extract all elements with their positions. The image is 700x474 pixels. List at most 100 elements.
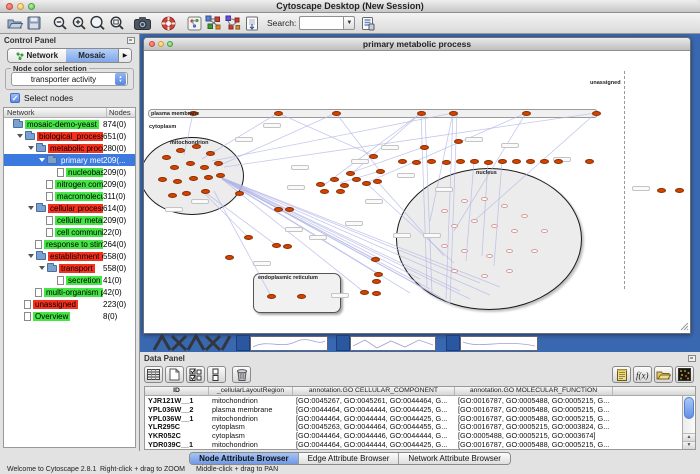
network-node[interactable] — [427, 159, 436, 164]
background-window-fragment[interactable] — [350, 336, 436, 351]
attribute-matrix-icon[interactable] — [675, 366, 694, 383]
network-node[interactable] — [360, 290, 369, 295]
network-node[interactable] — [554, 159, 563, 164]
network-tree-row[interactable]: Overview8(0) — [4, 310, 135, 322]
network-node[interactable] — [352, 177, 361, 182]
network-node[interactable] — [214, 161, 223, 166]
network-tree-row[interactable]: establishment of lo558(0) — [4, 250, 135, 262]
background-window-fragment[interactable] — [250, 336, 328, 351]
background-window-fragment[interactable] — [236, 335, 250, 351]
unselected-network-node[interactable] — [461, 199, 468, 203]
select-nodes-checkbox[interactable]: ✓ — [10, 93, 20, 103]
network-tree-row[interactable]: response to stimulu264(0) — [4, 238, 135, 250]
scroll-down-arrow-icon[interactable]: ▼ — [683, 441, 695, 449]
network-tree-row[interactable]: primary metabo209(... — [4, 154, 135, 166]
network-node[interactable] — [182, 191, 191, 196]
network-node[interactable] — [526, 159, 535, 164]
unselected-network-node[interactable] — [506, 249, 513, 253]
network-node[interactable] — [484, 160, 493, 165]
layout-network-icon[interactable] — [223, 14, 242, 33]
network-tree-row[interactable]: cellular metabo209(0) — [4, 214, 135, 226]
unselected-network-node[interactable] — [486, 254, 493, 258]
network-canvas[interactable]: plasma membrane cytoplasm mitochondrion … — [144, 51, 690, 332]
background-window-fragment[interactable] — [460, 336, 538, 351]
node-color-dropdown[interactable]: transporter activity ▲▼ — [11, 72, 128, 86]
zoom-fit-icon[interactable] — [107, 14, 126, 33]
network-node[interactable] — [225, 255, 234, 260]
vizmapper-network-icon[interactable] — [204, 14, 223, 33]
network-node[interactable] — [540, 159, 549, 164]
network-node[interactable] — [336, 189, 345, 194]
network-node[interactable] — [170, 165, 179, 170]
network-tree-row[interactable]: multi-organism pro42(0) — [4, 286, 135, 298]
network-node[interactable] — [372, 291, 381, 296]
window-resize-grip[interactable] — [680, 322, 689, 331]
network-node[interactable] — [201, 189, 210, 194]
network-node[interactable] — [235, 191, 244, 196]
show-all-columns-icon[interactable] — [144, 366, 163, 383]
network-node[interactable] — [158, 177, 167, 182]
network-tree-row[interactable]: cell communicat22(0) — [4, 226, 135, 238]
float-panel-icon[interactable] — [127, 37, 135, 44]
select-attributes-icon[interactable] — [186, 366, 205, 383]
unselected-network-node[interactable] — [531, 249, 538, 253]
network-node[interactable] — [186, 161, 195, 166]
network-tree-row[interactable]: metabolic process280(0) — [4, 142, 135, 154]
network-node[interactable] — [168, 193, 177, 198]
search-options-icon[interactable] — [358, 14, 377, 33]
import-attributes-icon[interactable] — [654, 366, 673, 383]
network-node[interactable] — [297, 294, 306, 299]
search-dropdown-arrow-icon[interactable]: ▼ — [343, 16, 355, 30]
expand-triangle-icon[interactable] — [39, 266, 45, 270]
network-node[interactable] — [340, 183, 349, 188]
background-window-fragment[interactable] — [446, 335, 460, 351]
network-node[interactable] — [454, 139, 463, 144]
zoom-out-icon[interactable] — [50, 14, 69, 33]
unselected-network-node[interactable] — [441, 244, 448, 248]
network-node[interactable] — [412, 160, 421, 165]
tab-mosaic[interactable]: Mosaic — [66, 49, 118, 62]
more-tabs-arrow-icon[interactable]: ▶ — [118, 49, 131, 62]
float-panel-icon[interactable] — [688, 355, 696, 362]
tab-edge-attribute-browser[interactable]: Edge Attribute Browser — [298, 453, 399, 464]
search-combobox[interactable]: ▼ — [299, 16, 355, 30]
network-node[interactable] — [456, 159, 465, 164]
unselected-network-node[interactable] — [491, 224, 498, 228]
attribute-table-row[interactable]: YJR121W__1mitochondrion[GO:0045267, GO:0… — [145, 396, 682, 405]
network-node[interactable] — [512, 159, 521, 164]
formula-builder-icon[interactable]: f(x) — [633, 366, 652, 383]
search-input[interactable] — [299, 16, 343, 30]
col-id[interactable]: ID — [145, 387, 209, 395]
tab-network-attribute-browser[interactable]: Network Attribute Browser — [398, 453, 509, 464]
network-node[interactable] — [346, 171, 355, 176]
network-node[interactable] — [330, 177, 339, 182]
network-node[interactable] — [173, 179, 182, 184]
network-node[interactable] — [200, 165, 209, 170]
scrollbar-thumb[interactable] — [684, 397, 694, 419]
network-tree-row[interactable]: mosaic-demo-yeast874(0) — [4, 118, 135, 130]
network-tree-row[interactable]: secretion41(0) — [4, 274, 135, 286]
attribute-table-row[interactable]: YKR052Ccytoplasm[GO:0044464, GO:0044446,… — [145, 431, 682, 440]
network-tree-row[interactable]: macromolecule311(0) — [4, 190, 135, 202]
network-window-titlebar[interactable]: primary metabolic process — [144, 38, 690, 51]
snapshot-camera-icon[interactable] — [133, 14, 152, 33]
export-page-icon[interactable] — [242, 14, 261, 33]
attribute-table-row[interactable]: YLR295Ccytoplasm[GO:0045263, GO:0044464,… — [145, 422, 682, 431]
zoom-selected-icon[interactable] — [88, 14, 107, 33]
network-node[interactable] — [442, 160, 451, 165]
network-node[interactable] — [417, 111, 426, 116]
network-node[interactable] — [449, 111, 458, 116]
network-node[interactable] — [372, 279, 381, 284]
tab-node-attribute-browser[interactable]: Node Attribute Browser — [190, 453, 298, 464]
network-node[interactable] — [332, 111, 341, 116]
new-attribute-icon[interactable] — [165, 366, 184, 383]
network-node[interactable] — [592, 111, 601, 116]
network-node[interactable] — [216, 173, 225, 178]
network-tree-row[interactable]: nucleobase-209(0) — [4, 166, 135, 178]
unselected-network-node[interactable] — [501, 204, 508, 208]
unselected-network-node[interactable] — [481, 197, 488, 201]
network-node[interactable] — [274, 111, 283, 116]
network-node[interactable] — [371, 257, 380, 262]
network-tree-row[interactable]: transport558(0) — [4, 262, 135, 274]
tab-network[interactable]: Network — [8, 49, 66, 62]
